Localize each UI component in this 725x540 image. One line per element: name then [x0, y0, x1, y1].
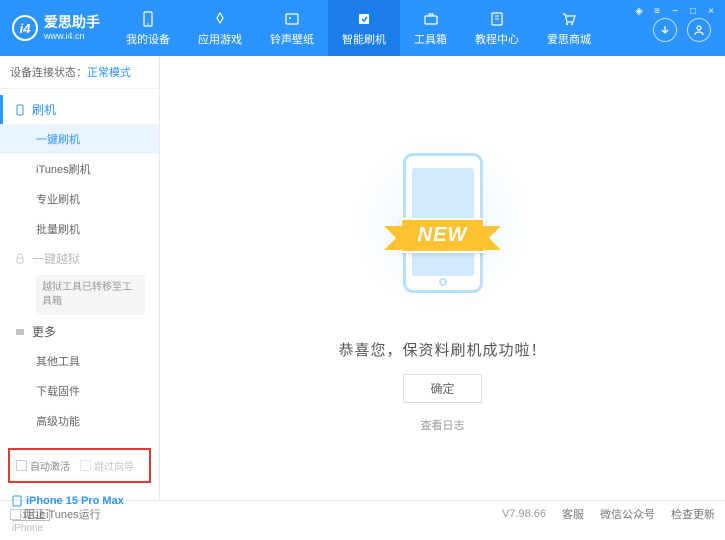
nav-flash[interactable]: 智能刷机 [328, 0, 400, 56]
auto-activate-checkbox[interactable]: 自动激活 [16, 458, 70, 473]
ok-button[interactable]: 确定 [403, 374, 481, 403]
nav-my-device[interactable]: 我的设备 [112, 0, 184, 56]
maximize-icon[interactable]: □ [685, 4, 701, 18]
main-content: NEW 恭喜您，保资料刷机成功啦！ 确定 查看日志 [160, 56, 725, 500]
close-icon[interactable]: × [703, 4, 719, 18]
success-message: 恭喜您，保资料刷机成功啦！ [338, 339, 546, 360]
cart-icon [560, 10, 578, 28]
main-nav: 我的设备 应用游戏 铃声壁纸 智能刷机 工具箱 教程中心 爱思商城 [112, 0, 631, 56]
nav-apps[interactable]: 应用游戏 [184, 0, 256, 56]
update-link[interactable]: 检查更新 [671, 506, 715, 522]
version-label: V7.98.66 [502, 508, 546, 520]
sidebar-item-batch[interactable]: 批量刷机 [0, 214, 159, 244]
logo-icon: i4 [12, 15, 38, 41]
service-link[interactable]: 客服 [562, 506, 584, 522]
image-icon [283, 10, 301, 28]
skin-icon[interactable]: ◈ [631, 4, 647, 18]
brand-url: www.i4.cn [44, 31, 100, 42]
sidebar-section-more[interactable]: 更多 [0, 317, 159, 346]
menu-icon[interactable]: ≡ [649, 4, 665, 18]
phone-icon [14, 104, 26, 116]
brand-name: 爱思助手 [44, 14, 100, 31]
download-button[interactable] [653, 18, 677, 42]
jailbreak-note: 越狱工具已转移至工具箱 [36, 275, 145, 315]
sidebar-item-pro[interactable]: 专业刷机 [0, 184, 159, 214]
refresh-icon [355, 10, 373, 28]
book-icon [488, 10, 506, 28]
view-log-link[interactable]: 查看日志 [421, 417, 465, 433]
sidebar-section-flash[interactable]: 刷机 [0, 95, 159, 124]
logo-area: i4 爱思助手 www.i4.cn [0, 0, 112, 56]
apps-icon [211, 10, 229, 28]
sidebar: 设备连接状态：正常模式 刷机 一键刷机 iTunes刷机 专业刷机 批量刷机 一… [0, 56, 160, 500]
more-icon [14, 326, 26, 338]
block-itunes-checkbox[interactable]: 阻止iTunes运行 [10, 506, 101, 522]
wechat-link[interactable]: 微信公众号 [600, 506, 655, 522]
sidebar-item-itunes[interactable]: iTunes刷机 [0, 154, 159, 184]
sidebar-item-download[interactable]: 下载固件 [0, 376, 159, 406]
new-ribbon: NEW [400, 218, 486, 253]
success-illustration: NEW [343, 123, 543, 323]
options-row: 自动激活 跳过向导 [8, 448, 151, 483]
nav-store[interactable]: 爱思商城 [533, 0, 605, 56]
skip-guide-checkbox[interactable]: 跳过向导 [80, 458, 134, 473]
app-header: i4 爱思助手 www.i4.cn 我的设备 应用游戏 铃声壁纸 智能刷机 工具… [0, 0, 725, 56]
nav-toolbox[interactable]: 工具箱 [400, 0, 461, 56]
nav-tutorial[interactable]: 教程中心 [461, 0, 533, 56]
lock-icon [14, 253, 26, 265]
sidebar-item-onekey[interactable]: 一键刷机 [0, 124, 159, 154]
sidebar-section-jailbreak: 一键越狱 [0, 244, 159, 273]
user-button[interactable] [687, 18, 711, 42]
window-controls: ◈ ≡ − □ × [631, 0, 725, 18]
sidebar-item-other[interactable]: 其他工具 [0, 346, 159, 376]
sidebar-item-advanced[interactable]: 高级功能 [0, 406, 159, 436]
minimize-icon[interactable]: − [667, 4, 683, 18]
nav-ringtone[interactable]: 铃声壁纸 [256, 0, 328, 56]
phone-icon [139, 10, 157, 28]
connection-status: 设备连接状态：正常模式 [0, 56, 159, 89]
toolbox-icon [422, 10, 440, 28]
device-type: iPhone [12, 523, 147, 534]
